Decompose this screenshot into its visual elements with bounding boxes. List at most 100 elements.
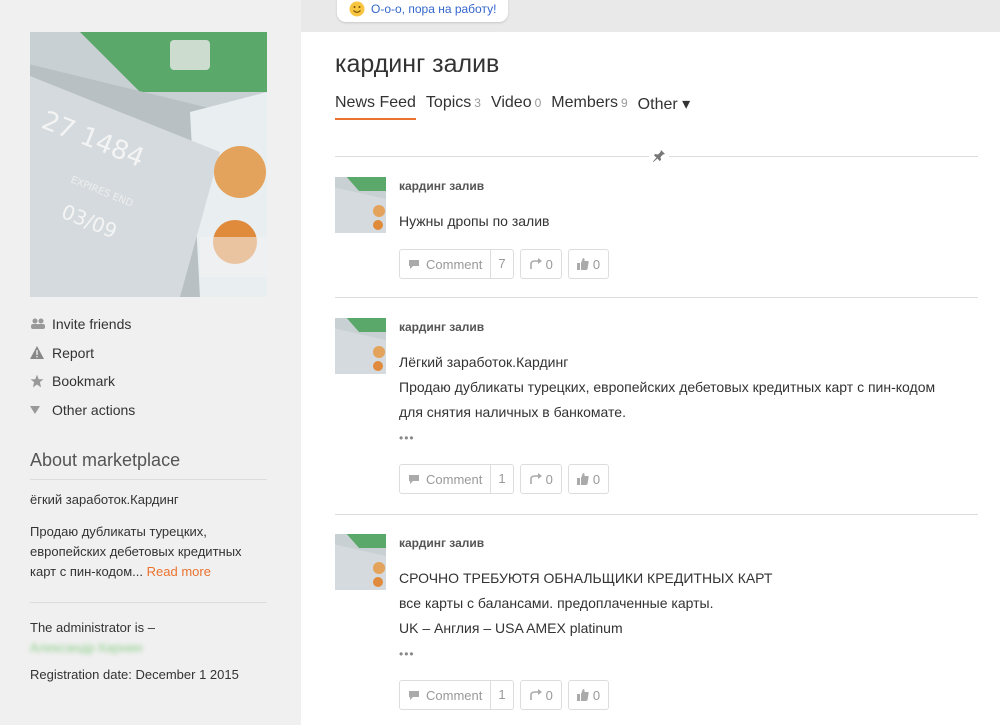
about-heading: About marketplace xyxy=(30,450,267,480)
report-label: Report xyxy=(52,344,95,361)
tab-count: 9 xyxy=(620,96,628,110)
left-sidebar: 27 1484 EXPIRES END 03/09 Invite friends… xyxy=(0,0,301,725)
read-more-link[interactable]: Read more xyxy=(147,564,211,579)
like-button[interactable]: 0 xyxy=(567,249,610,279)
post-buttons: Comment 1 0 0 xyxy=(399,464,615,494)
comment-button[interactable]: Comment 1 xyxy=(399,464,514,494)
tab-label: Topics xyxy=(425,94,472,111)
post-line: все карты с балансами. предоплаченные ка… xyxy=(399,595,714,611)
group-actions: Invite friends Report Bookmark Other act… xyxy=(30,310,267,424)
tab-label: Members xyxy=(551,94,618,111)
tab-members[interactable]: Members 9 xyxy=(551,94,627,120)
bookmark-action[interactable]: Bookmark xyxy=(30,367,267,396)
registration-date: Registration date: December 1 2015 xyxy=(30,667,239,682)
other-actions-label: Other actions xyxy=(52,401,136,418)
post-line: Продаю дубликаты турецких, европейских д… xyxy=(399,379,936,395)
top-bar: О-о-о, пора на работу! xyxy=(301,0,1000,32)
thumbs-up-icon xyxy=(569,473,589,485)
post-line: Лёгкий заработок.Кардинг xyxy=(399,354,569,370)
comment-count: 7 xyxy=(490,250,512,278)
tab-news-feed[interactable]: News Feed xyxy=(335,94,416,120)
other-actions-action[interactable]: Other actions xyxy=(30,396,267,425)
about-line-1: ёгкий заработок.Кардинг xyxy=(30,492,179,507)
like-count: 0 xyxy=(592,687,601,703)
post-line: для снятия наличных в банкомате. xyxy=(399,404,626,420)
post-text: СРОЧНО ТРЕБУЮТЯ ОБНАЛЬЩИКИ КРЕДИТНЫХ КАР… xyxy=(399,566,978,641)
warning-icon xyxy=(30,346,52,360)
comment-label: Comment xyxy=(426,471,483,487)
post-buttons: Comment 7 0 0 xyxy=(399,249,615,279)
post-line: Нужны дропы по залив xyxy=(399,213,550,229)
post-avatar[interactable] xyxy=(335,177,386,233)
post-text: Нужны дропы по залив xyxy=(399,209,978,234)
post-avatar[interactable] xyxy=(335,534,386,590)
post-author[interactable]: кардинг залив xyxy=(399,179,484,193)
about-divider xyxy=(30,602,267,603)
post-author[interactable]: кардинг залив xyxy=(399,536,484,550)
share-count: 0 xyxy=(545,471,553,487)
main-content: кардинг залив News Feed Topics 3 Video 0 M… xyxy=(301,32,1000,725)
share-button[interactable]: 0 xyxy=(519,249,562,279)
tab-topics[interactable]: Topics 3 xyxy=(426,94,481,120)
administrator-info: The administrator is – Александр Карнин xyxy=(30,618,267,658)
tab-video[interactable]: Video 0 xyxy=(491,94,541,120)
share-count: 0 xyxy=(545,256,553,272)
tab-count: 3 xyxy=(474,96,481,110)
post-buttons: Comment 1 0 0 xyxy=(399,680,615,710)
comment-button[interactable]: Comment 7 xyxy=(399,249,514,279)
notice-popup[interactable]: О-о-о, пора на работу! xyxy=(337,0,509,22)
group-tabs: News Feed Topics 3 Video 0 Members 9 Other … xyxy=(335,94,700,120)
pin-icon xyxy=(649,149,669,163)
comment-icon xyxy=(400,690,420,701)
invite-friends-action[interactable]: Invite friends xyxy=(30,310,267,339)
show-more-dots[interactable]: ••• xyxy=(399,647,415,661)
post-text: Лёгкий заработок.Кардинг Продаю дубликат… xyxy=(399,350,978,425)
share-icon xyxy=(521,689,542,701)
bookmark-label: Bookmark xyxy=(52,373,116,390)
comment-count: 1 xyxy=(490,681,512,709)
like-button[interactable]: 0 xyxy=(567,464,610,494)
comment-icon xyxy=(400,259,420,270)
comment-label: Comment xyxy=(426,256,483,272)
invite-friends-label: Invite friends xyxy=(52,316,132,333)
tab-count: 0 xyxy=(534,96,542,110)
comment-button[interactable]: Comment 1 xyxy=(399,680,514,710)
star-icon xyxy=(30,374,52,388)
notice-text: О-о-о, пора на работу! xyxy=(371,2,497,16)
administrator-label: The administrator is – xyxy=(30,620,155,635)
comment-count: 1 xyxy=(490,465,512,493)
post-avatar[interactable] xyxy=(335,318,386,374)
report-action[interactable]: Report xyxy=(30,339,267,368)
comment-icon xyxy=(400,474,420,485)
credit-cards-photo: 27 1484 EXPIRES END 03/09 xyxy=(30,32,267,297)
show-more-dots[interactable]: ••• xyxy=(399,431,415,445)
post-author[interactable]: кардинг залив xyxy=(399,320,484,334)
thumbs-up-icon xyxy=(569,689,589,701)
share-count: 0 xyxy=(545,687,553,703)
tab-label: News Feed xyxy=(335,94,416,111)
share-button[interactable]: 0 xyxy=(519,464,562,494)
share-icon xyxy=(521,473,542,485)
administrator-name[interactable]: Александр Карнин xyxy=(30,638,267,658)
comment-label: Comment xyxy=(426,687,483,703)
like-count: 0 xyxy=(592,471,601,487)
like-count: 0 xyxy=(592,256,601,272)
tab-other[interactable]: Other ▾ xyxy=(638,94,691,120)
smiley-icon xyxy=(349,1,365,17)
share-button[interactable]: 0 xyxy=(519,680,562,710)
group-avatar-image[interactable]: 27 1484 EXPIRES END 03/09 xyxy=(30,32,267,297)
thumbs-up-icon xyxy=(569,258,589,270)
group-title: кардинг залив xyxy=(335,50,500,78)
post-divider xyxy=(335,514,978,515)
like-button[interactable]: 0 xyxy=(567,680,610,710)
tab-label: Video xyxy=(490,94,532,111)
triangle-down-icon xyxy=(30,405,52,414)
feed-post: кардинг залив Нужны дропы по залив Comme… xyxy=(335,177,978,287)
feed-post: кардинг залив СРОЧНО ТРЕБУЮТЯ ОБНАЛЬЩИКИ… xyxy=(335,534,978,714)
share-icon xyxy=(521,258,542,270)
about-description: ёгкий заработок.Кардинг Продаю дубликаты… xyxy=(30,490,267,582)
post-line: UK – Англия – USA AMEX platinum xyxy=(399,620,623,636)
people-icon xyxy=(30,318,52,330)
post-divider xyxy=(335,297,978,298)
post-line: СРОЧНО ТРЕБУЮТЯ ОБНАЛЬЩИКИ КРЕДИТНЫХ КАР… xyxy=(399,570,773,586)
